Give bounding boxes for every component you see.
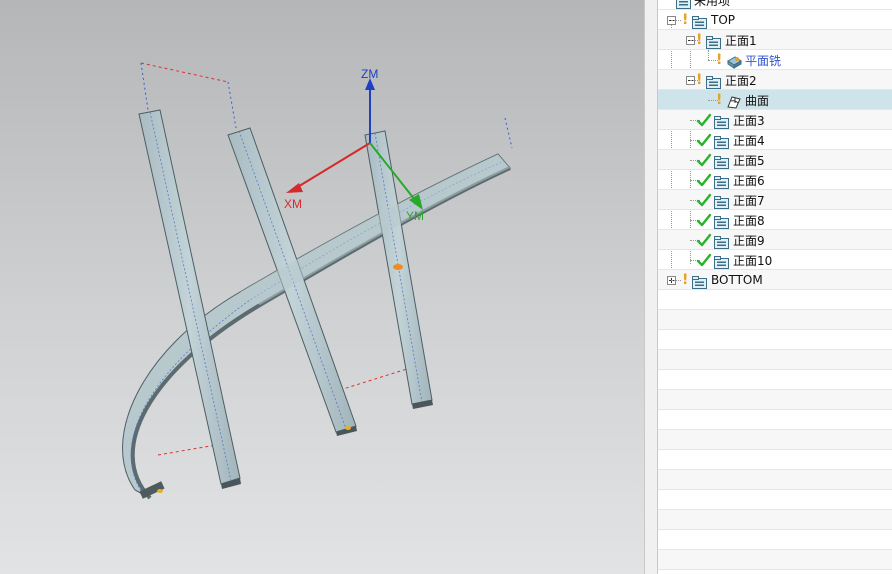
x-axis-label: XM: [284, 197, 302, 211]
tree-row[interactable]: 正面6: [658, 170, 892, 190]
empty-row: [658, 350, 892, 370]
tree-row[interactable]: ! 曲面: [658, 90, 892, 110]
tree-label: 正面3: [733, 113, 765, 128]
panel-splitter[interactable]: [644, 0, 658, 574]
folder-icon: [676, 0, 691, 9]
folder-icon: [692, 14, 708, 29]
tree-row-unused[interactable]: 未用项: [658, 0, 892, 10]
folder-icon: [714, 114, 730, 129]
check-icon: [696, 152, 712, 168]
warning-icon: !: [696, 32, 703, 48]
check-icon: [696, 192, 712, 208]
tree-row[interactable]: 正面10: [658, 250, 892, 270]
tree-label: 正面9: [733, 233, 765, 248]
check-icon: [696, 252, 712, 268]
tree-row[interactable]: ! BOTTOM: [658, 270, 892, 290]
x-axis: [295, 142, 371, 189]
check-icon: [696, 172, 712, 188]
folder-icon: [714, 154, 730, 169]
empty-row: [658, 390, 892, 410]
warning-icon: !: [696, 72, 703, 88]
part-model[interactable]: ZM XM YM: [0, 0, 644, 574]
folder-icon: [714, 174, 730, 189]
tree-row[interactable]: 正面7: [658, 190, 892, 210]
tree-label: 正面6: [733, 173, 765, 188]
empty-row: [658, 450, 892, 470]
start-marker: [157, 489, 163, 493]
tree-label: 未用项: [694, 0, 731, 8]
empty-row: [658, 430, 892, 450]
tree-label: 曲面: [745, 93, 770, 108]
tree-label: BOTTOM: [711, 273, 763, 287]
empty-row: [658, 410, 892, 430]
warning-icon: !: [716, 52, 723, 68]
empty-row: [658, 290, 892, 310]
tree-label: 正面2: [725, 73, 757, 88]
folder-icon: [706, 34, 722, 49]
empty-row: [658, 490, 892, 510]
tree-connector: [671, 280, 681, 281]
tree-row[interactable]: 正面5: [658, 150, 892, 170]
check-icon: [696, 112, 712, 128]
empty-row: [658, 370, 892, 390]
tree-label: 平面铣: [745, 53, 782, 68]
wcs-triad[interactable]: ZM XM YM: [284, 67, 424, 223]
tree-label: 正面1: [725, 33, 757, 48]
planar-mill-icon: [726, 54, 742, 69]
bar-1: [138, 109, 241, 489]
folder-icon: [714, 234, 730, 249]
folder-icon: [714, 194, 730, 209]
end-marker: [345, 426, 351, 430]
tree-label: 正面8: [733, 213, 765, 228]
folder-icon: [714, 254, 730, 269]
check-icon: [696, 132, 712, 148]
tree-label: TOP: [711, 13, 736, 27]
operation-navigator: 未用项 ! TOP! 正面1! 平面铣! 正面2! 曲面 正面3 正面4 正面5 正面6 正面7 正面…: [658, 0, 892, 574]
surface-op-icon: [726, 94, 742, 109]
tree-row[interactable]: ! 平面铣: [658, 50, 892, 70]
bar-3: [364, 130, 433, 409]
tree-row[interactable]: 正面4: [658, 130, 892, 150]
warning-icon: !: [716, 92, 723, 108]
tree-row[interactable]: 正面9: [658, 230, 892, 250]
empty-row: [658, 550, 892, 570]
tree-row[interactable]: ! 正面2: [658, 70, 892, 90]
tree-label: 正面7: [733, 193, 765, 208]
folder-icon: [692, 274, 708, 289]
folder-icon: [714, 134, 730, 149]
warning-icon: !: [682, 12, 689, 28]
tree-label: 正面4: [733, 133, 765, 148]
graphics-viewport[interactable]: ZM XM YM: [0, 0, 644, 574]
check-icon: [696, 212, 712, 228]
toolpath-vertical-lines: [140, 62, 513, 149]
empty-row: [658, 310, 892, 330]
tree-label: 正面10: [733, 253, 773, 268]
tree-connector: [671, 20, 681, 21]
tree-row[interactable]: ! TOP: [658, 10, 892, 30]
empty-row: [658, 510, 892, 530]
empty-row: [658, 530, 892, 550]
empty-row: [658, 570, 892, 574]
z-axis-label: ZM: [361, 67, 378, 81]
empty-row: [658, 470, 892, 490]
tree-row[interactable]: ! 正面1: [658, 30, 892, 50]
folder-icon: [714, 214, 730, 229]
origin-marker: [393, 264, 403, 270]
warning-icon: !: [682, 272, 689, 288]
empty-row: [658, 330, 892, 350]
check-icon: [696, 232, 712, 248]
tree-row[interactable]: 正面8: [658, 210, 892, 230]
tree-label: 正面5: [733, 153, 765, 168]
y-axis-label: YM: [406, 209, 424, 223]
tree-row[interactable]: 正面3: [658, 110, 892, 130]
folder-icon: [706, 74, 722, 89]
